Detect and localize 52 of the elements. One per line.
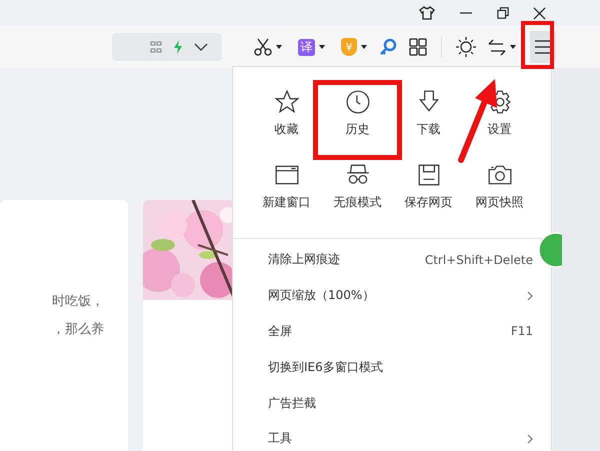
tile-label: 设置 — [488, 121, 512, 138]
chevron-down-icon[interactable] — [194, 43, 208, 51]
menu-item-label: 全屏 — [268, 322, 293, 340]
menu-tile[interactable]: 收藏 — [251, 89, 322, 151]
menu-item[interactable]: 网页缩放（100%） — [233, 278, 533, 314]
highlight-frame — [521, 21, 554, 69]
transfer-icon[interactable] — [488, 38, 506, 56]
caret-icon[interactable] — [319, 45, 325, 49]
tile-label: 历史 — [346, 121, 370, 138]
tile-label: 下载 — [416, 121, 440, 138]
qr-code-icon[interactable] — [150, 41, 162, 53]
caret-icon[interactable] — [510, 45, 516, 49]
text-snippet: 时吃饭， — [52, 293, 105, 310]
menu-item[interactable]: 切换到IE6多窗口模式 — [233, 349, 533, 386]
translate-button[interactable]: 译 — [298, 38, 315, 56]
tile-label: 无痕模式 — [334, 194, 382, 211]
menu-item[interactable]: 全屏 F11 — [233, 314, 533, 350]
tile-label: 网页快照 — [476, 194, 524, 211]
menu-tile[interactable]: 保存网页 — [393, 162, 464, 224]
tile-label: 收藏 — [274, 121, 298, 138]
clock-icon — [344, 89, 370, 115]
article-card[interactable]: 时吃饭， ，那么养 — [0, 200, 128, 451]
tile-label: 新建窗口 — [262, 194, 310, 211]
star-icon — [274, 89, 300, 115]
menu-item-label: 切换到IE6多窗口模式 — [268, 358, 384, 376]
tile-label: 保存网页 — [404, 194, 452, 211]
menu-item-label: 网页缩放（100%） — [268, 287, 376, 304]
menu-tile[interactable]: 历史 — [322, 89, 393, 151]
badge-icon[interactable] — [538, 232, 562, 268]
menu-tile[interactable]: 无痕模式 — [322, 162, 393, 224]
menu-item-label: 工具 — [268, 430, 293, 448]
menu-item[interactable]: 清除上网痕迹 Ctrl+Shift+Delete — [233, 242, 533, 278]
caret-icon[interactable] — [276, 45, 282, 49]
menu-tile[interactable]: 网页快照 — [464, 162, 535, 224]
menu-item[interactable]: 工具 — [233, 420, 533, 451]
sun-icon[interactable] — [456, 37, 476, 57]
menu-icon — [535, 40, 551, 54]
menu-item-label: 广告拦截 — [268, 394, 317, 412]
scissors-icon[interactable] — [254, 38, 272, 56]
menu-item[interactable]: 广告拦截 — [233, 385, 533, 421]
menu-tile[interactable]: 下载 — [393, 89, 464, 151]
shirt-icon[interactable] — [419, 5, 435, 21]
shortcut-label: F11 — [510, 324, 533, 338]
caret-icon[interactable] — [361, 45, 367, 49]
menu-item-label: 清除上网痕迹 — [268, 251, 341, 268]
close-icon[interactable] — [533, 6, 546, 20]
menu-tile[interactable]: 新建窗口 — [251, 162, 322, 224]
text-snippet: ，那么养 — [52, 321, 105, 338]
grid-icon[interactable] — [409, 38, 427, 56]
restore-icon[interactable] — [497, 7, 509, 19]
key-icon[interactable] — [379, 38, 397, 56]
shortcut-label: Ctrl+Shift+Delete — [424, 252, 533, 267]
